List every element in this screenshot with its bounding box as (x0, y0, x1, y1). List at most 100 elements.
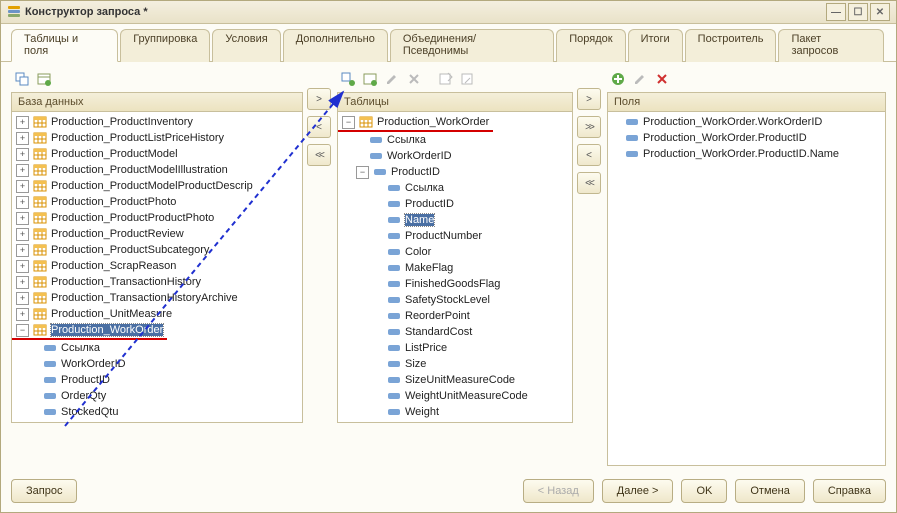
field-icon (387, 309, 401, 323)
db-tree-item[interactable]: +Production_ProductReview (12, 226, 302, 242)
tables-tree-root[interactable]: −Production_WorkOrder (338, 114, 493, 130)
maximize-button[interactable]: ☐ (848, 3, 868, 21)
db-tree-item[interactable]: +Production_ProductProductPhoto (12, 210, 302, 226)
fields-tree-item[interactable]: Production_WorkOrder.ProductID.Name (608, 146, 885, 162)
db-tree-item[interactable]: +Production_UnitMeasure (12, 306, 302, 322)
tables-tree-subitem[interactable]: Size (338, 356, 572, 372)
tables-tree-subitem[interactable]: FinishedGoodsFlag (338, 276, 572, 292)
fields-tree-item[interactable]: Production_WorkOrder.WorkOrderID (608, 114, 885, 130)
add-nested-icon[interactable] (339, 70, 357, 88)
cancel-button[interactable]: Отмена (735, 479, 804, 503)
db-tree-child[interactable]: ProductID (12, 372, 302, 388)
expand-toggle[interactable]: + (16, 228, 29, 241)
tab-query-batch[interactable]: Пакет запросов (778, 29, 884, 62)
db-tree[interactable]: +Production_ProductInventory+Production_… (12, 112, 302, 422)
move-field-left-button[interactable]: < (577, 144, 601, 166)
add-field-icon[interactable] (609, 70, 627, 88)
edit-field-icon[interactable] (631, 70, 649, 88)
expand-toggle[interactable]: + (16, 116, 29, 129)
tables-tree-subitem[interactable]: SafetyStockLevel (338, 292, 572, 308)
window-title: Конструктор запроса * (25, 6, 148, 18)
expand-toggle[interactable]: + (16, 276, 29, 289)
db-tree-item[interactable]: +Production_ProductInventory (12, 114, 302, 130)
db-tree-item[interactable]: −Production_WorkOrder (12, 322, 167, 338)
tab-joins-aliases[interactable]: Объединения/Псевдонимы (390, 29, 554, 62)
expand-toggle[interactable]: + (16, 260, 29, 273)
tables-tree-subitem[interactable]: ProductID (338, 196, 572, 212)
nested-query-icon[interactable] (13, 70, 31, 88)
tab-totals[interactable]: Итоги (628, 29, 683, 62)
db-tree-child[interactable]: OrderQty (12, 388, 302, 404)
tab-additional[interactable]: Дополнительно (283, 29, 388, 62)
expand-toggle[interactable]: + (16, 164, 29, 177)
minimize-button[interactable]: — (826, 3, 846, 21)
db-tree-item[interactable]: +Production_ProductSubcategory (12, 242, 302, 258)
db-tree-item[interactable]: +Production_ProductModel (12, 146, 302, 162)
tab-grouping[interactable]: Группировка (120, 29, 210, 62)
db-tree-item[interactable]: +Production_TransactionHistory (12, 274, 302, 290)
tree-label: StockedQtu (61, 406, 118, 418)
tables-tree-subitem[interactable]: Name (338, 212, 572, 228)
db-tree-child[interactable]: StockedQtu (12, 404, 302, 420)
db-tree-item[interactable]: +Production_ProductModelProductDescrip (12, 178, 302, 194)
db-tree-item[interactable]: +Production_ProductModelIllustration (12, 162, 302, 178)
field-icon (387, 197, 401, 211)
db-tree-item[interactable]: +Production_ProductListPriceHistory (12, 130, 302, 146)
rename-icon[interactable] (459, 70, 477, 88)
delete-icon[interactable] (405, 70, 423, 88)
expand-toggle[interactable]: − (356, 166, 369, 179)
move-all-field-left-button[interactable]: << (577, 172, 601, 194)
tables-tree-subitem[interactable]: Ссылка (338, 180, 572, 196)
tables-tree-subitem[interactable]: MakeFlag (338, 260, 572, 276)
tab-builder[interactable]: Построитель (685, 29, 777, 62)
tables-tree-item[interactable]: WorkOrderID (338, 148, 572, 164)
move-right-button[interactable]: > (307, 88, 331, 110)
tables-tree-subitem[interactable]: SizeUnitMeasureCode (338, 372, 572, 388)
fields-tree-item[interactable]: Production_WorkOrder.ProductID (608, 130, 885, 146)
help-button[interactable]: Справка (813, 479, 886, 503)
tables-tree-subitem[interactable]: WeightUnitMeasureCode (338, 388, 572, 404)
expand-toggle[interactable]: + (16, 148, 29, 161)
fields-tree[interactable]: Production_WorkOrder.WorkOrderIDProducti… (608, 112, 885, 465)
expand-toggle[interactable]: + (16, 292, 29, 305)
next-button[interactable]: Далее > (602, 479, 674, 503)
ok-button[interactable]: OK (681, 479, 727, 503)
db-tree-child[interactable]: Ссылка (12, 340, 302, 356)
tables-tree[interactable]: −Production_WorkOrderСсылкаWorkOrderID−P… (338, 112, 572, 422)
move-all-left-button[interactable]: << (307, 144, 331, 166)
expand-toggle[interactable]: + (16, 132, 29, 145)
move-left-button[interactable]: < (307, 116, 331, 138)
delete-field-icon[interactable] (653, 70, 671, 88)
db-tree-child[interactable]: WorkOrderID (12, 356, 302, 372)
expand-toggle[interactable]: + (16, 180, 29, 193)
replace-icon[interactable] (437, 70, 455, 88)
expand-toggle[interactable]: − (342, 116, 355, 129)
tables-tree-subitem[interactable]: ListPrice (338, 340, 572, 356)
tables-tree-subitem[interactable]: Weight (338, 404, 572, 420)
expand-toggle[interactable]: + (16, 196, 29, 209)
expand-toggle[interactable]: + (16, 244, 29, 257)
tables-tree-subitem[interactable]: ProductNumber (338, 228, 572, 244)
tables-tree-productid[interactable]: −ProductID (338, 164, 572, 180)
tab-conditions[interactable]: Условия (212, 29, 280, 62)
add-temp-table-icon[interactable] (361, 70, 379, 88)
db-tree-item[interactable]: +Production_ScrapReason (12, 258, 302, 274)
db-tree-item[interactable]: +Production_TransactionHistoryArchive (12, 290, 302, 306)
expand-toggle[interactable]: + (16, 212, 29, 225)
edit-icon[interactable] (383, 70, 401, 88)
back-button[interactable]: < Назад (523, 479, 594, 503)
tab-tables-fields[interactable]: Таблицы и поля (11, 29, 118, 62)
temp-table-icon[interactable] (35, 70, 53, 88)
close-button[interactable]: ✕ (870, 3, 890, 21)
move-field-right-button[interactable]: > (577, 88, 601, 110)
tables-tree-subitem[interactable]: StandardCost (338, 324, 572, 340)
db-tree-item[interactable]: +Production_ProductPhoto (12, 194, 302, 210)
tab-order[interactable]: Порядок (556, 29, 625, 62)
expand-toggle[interactable]: + (16, 308, 29, 321)
move-all-right-button[interactable]: >> (577, 116, 601, 138)
tables-tree-item[interactable]: Ссылка (338, 132, 572, 148)
tables-tree-subitem[interactable]: Color (338, 244, 572, 260)
expand-toggle[interactable]: − (16, 324, 29, 337)
tables-tree-subitem[interactable]: ReorderPoint (338, 308, 572, 324)
query-button[interactable]: Запрос (11, 479, 77, 503)
